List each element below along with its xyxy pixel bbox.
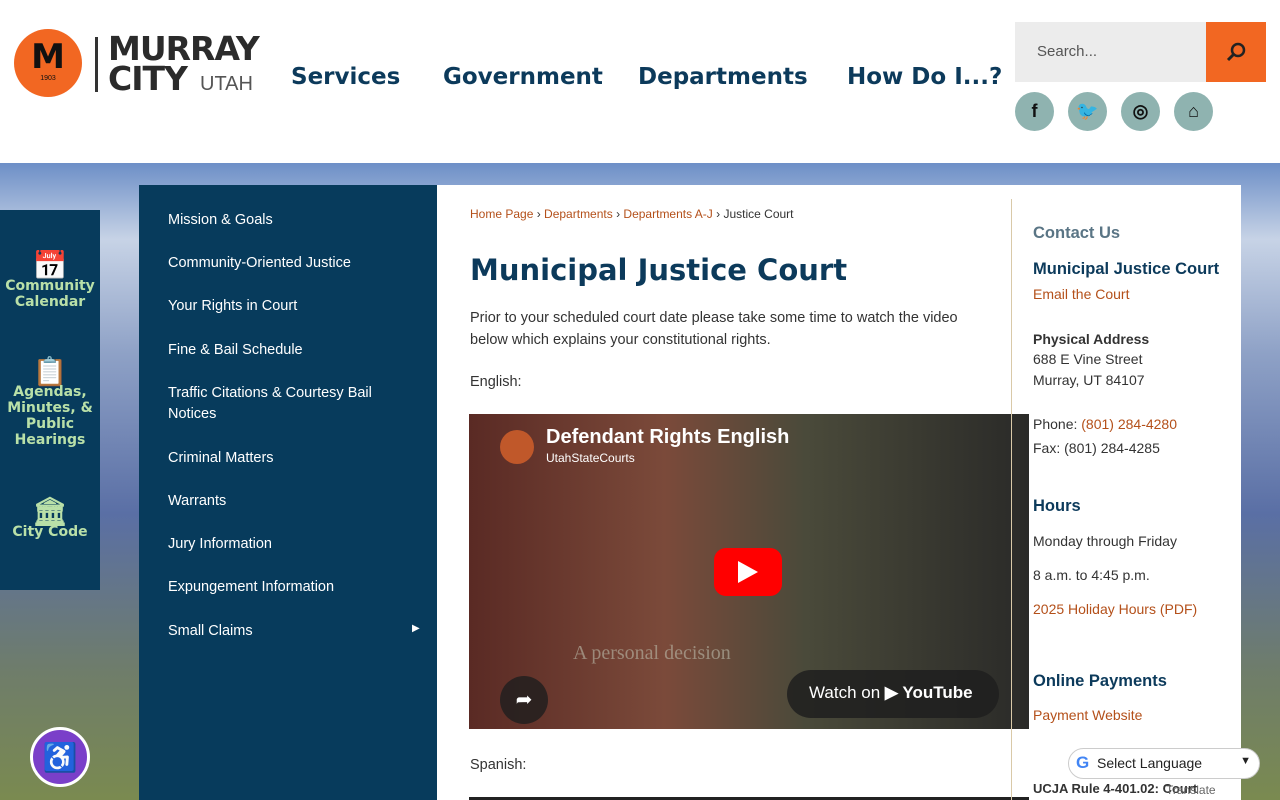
nav-departments[interactable]: Departments	[638, 64, 808, 90]
logo-divider	[95, 37, 98, 92]
sidenav-item[interactable]: Community-Oriented Justice	[168, 253, 408, 274]
quicklink-label: City Code	[12, 524, 88, 540]
logo-mark: M 1903	[14, 29, 82, 97]
address-line1: 688 E Vine Street	[1033, 351, 1143, 367]
breadcrumb-departments-a-j[interactable]: Departments A-J	[623, 207, 712, 221]
breadcrumb-departments[interactable]: Departments	[544, 207, 613, 221]
search-button[interactable]	[1206, 22, 1266, 82]
logo-letter: M	[31, 37, 65, 77]
quicklink-label: Agendas, Minutes, & Public Hearings	[7, 384, 93, 448]
intro-text: Prior to your scheduled court date pleas…	[470, 310, 958, 348]
quicklink-city-code[interactable]: 🏛 City Code	[0, 495, 100, 541]
address-line2: Murray, UT 84107	[1033, 372, 1145, 388]
fax: Fax: (801) 284-4285	[1033, 440, 1160, 456]
share-icon[interactable]: ➦	[500, 676, 548, 724]
video-embed[interactable]: Defendant Rights English UtahStateCourts…	[469, 414, 1029, 729]
play-icon	[738, 561, 758, 583]
watch-on-youtube-button[interactable]: Watch on ▶ YouTube	[787, 670, 999, 718]
holiday-hours-link[interactable]: 2025 Holiday Hours (PDF)	[1033, 601, 1197, 617]
accessibility-button[interactable]: ♿	[30, 727, 90, 787]
video-channel[interactable]: UtahStateCourts	[546, 451, 635, 465]
sidenav-item[interactable]: Fine & Bail Schedule	[168, 340, 408, 361]
breadcrumb: Home Page › Departments › Departments A-…	[470, 207, 794, 221]
play-button[interactable]	[714, 548, 782, 596]
sidenav-item[interactable]: Jury Information	[168, 534, 408, 555]
email-link[interactable]: Email the Court	[1033, 286, 1129, 302]
sidenav-item[interactable]: Criminal Matters	[168, 448, 408, 469]
sidenav-item[interactable]: Mission & Goals	[168, 210, 408, 231]
instagram-icon[interactable]: ◎	[1121, 92, 1160, 131]
payment-website-link[interactable]: Payment Website	[1033, 707, 1142, 723]
search-input[interactable]: Search...	[1015, 22, 1206, 82]
channel-avatar[interactable]	[500, 430, 534, 464]
nav-services[interactable]: Services	[291, 64, 400, 90]
logo-text-city: CITY	[108, 59, 188, 98]
twitter-icon[interactable]: 🐦	[1068, 92, 1107, 131]
column-divider	[1011, 199, 1012, 800]
sidenav-item[interactable]: Your Rights in Court	[168, 296, 408, 317]
contact-name: Municipal Justice Court	[1033, 260, 1220, 278]
payments-heading: Online Payments	[1033, 672, 1167, 690]
spanish-label: Spanish:	[470, 757, 527, 773]
breadcrumb-home[interactable]: Home Page	[470, 207, 533, 221]
quicklink-label: Community Calendar	[5, 278, 95, 310]
address-label: Physical Address	[1033, 331, 1150, 347]
submenu-arrow-icon[interactable]: ▶	[412, 623, 420, 634]
nav-government[interactable]: Government	[443, 64, 603, 90]
sidenav-item[interactable]: Traffic Citations & Courtesy Bail Notice…	[168, 383, 388, 425]
sidenav-item[interactable]: Warrants	[168, 491, 408, 512]
logo-year: 1903	[40, 75, 56, 82]
video-caption: A personal decision	[573, 642, 731, 664]
home-icon[interactable]: ⌂	[1174, 92, 1213, 131]
facebook-icon[interactable]: f	[1015, 92, 1054, 131]
main-content: Home Page › Departments › Departments A-…	[437, 185, 1241, 800]
logo-text-utah: UTAH	[200, 73, 253, 95]
hours-time: 8 a.m. to 4:45 p.m.	[1033, 567, 1150, 583]
chevron-down-icon: ▼	[1240, 755, 1251, 767]
language-select-label: Select Language	[1097, 755, 1203, 771]
translate-powered: Translate	[1166, 783, 1216, 797]
accessibility-icon: ♿	[42, 741, 78, 773]
quicklink-agendas[interactable]: 📋 Agendas, Minutes, & Public Hearings	[0, 355, 100, 449]
search-icon	[1226, 42, 1246, 62]
calendar-icon: 📅	[32, 249, 68, 282]
watch-label: Watch on	[809, 683, 881, 702]
google-icon: G	[1076, 753, 1090, 772]
video-title[interactable]: Defendant Rights English	[546, 426, 789, 449]
hours-heading: Hours	[1033, 497, 1081, 515]
hours-days: Monday through Friday	[1033, 533, 1177, 549]
page-title: Municipal Justice Court	[470, 253, 848, 287]
section-nav: Mission & Goals Community-Oriented Justi…	[139, 185, 437, 800]
sidenav-item[interactable]: Expungement Information	[168, 577, 408, 598]
english-label: English:	[470, 374, 522, 390]
sidenav-item-small-claims[interactable]: Small Claims	[168, 621, 408, 642]
quicklink-community-calendar[interactable]: 📅 Community Calendar	[0, 249, 100, 311]
clipboard-check-icon: 📋	[32, 355, 68, 388]
quick-links: 📅 Community Calendar 📋 Agendas, Minutes, &…	[0, 210, 100, 590]
phone-label: Phone:	[1033, 416, 1078, 432]
contact-heading: Contact Us	[1033, 224, 1121, 242]
phone-link[interactable]: (801) 284-4280	[1081, 416, 1177, 432]
language-select[interactable]: G Select Language ▼	[1068, 748, 1260, 779]
courthouse-icon: 🏛	[32, 495, 68, 528]
breadcrumb-current: Justice Court	[723, 207, 794, 221]
site-header: M 1903 MURRAY CITY UTAH Services Governme…	[0, 0, 1280, 163]
nav-how-do-i[interactable]: How Do I...?	[847, 64, 1002, 90]
youtube-logo: YouTube	[902, 683, 973, 702]
